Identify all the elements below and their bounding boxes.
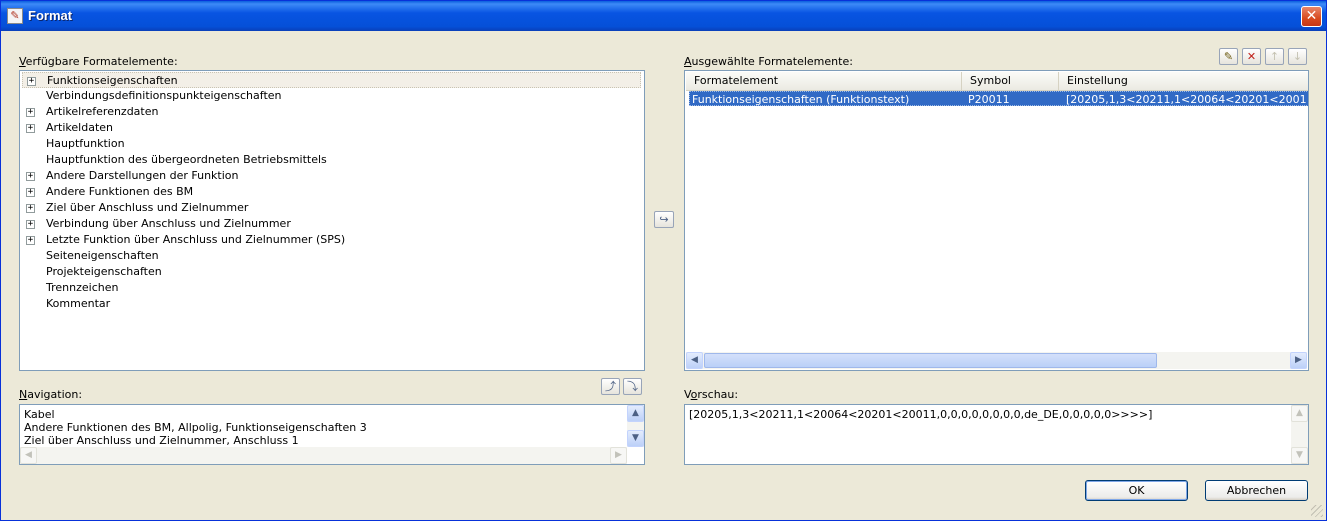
expand-plus-icon[interactable]: + [26, 124, 35, 133]
expand-plus-icon[interactable]: + [26, 220, 35, 229]
expand-plus-icon[interactable]: + [27, 77, 36, 86]
ok-button[interactable]: OK [1085, 480, 1188, 501]
selected-label: Ausgewählte Formatelemente: [684, 55, 853, 68]
delete-button[interactable]: ✕ [1242, 48, 1261, 65]
tree-item-label: Kommentar [46, 297, 111, 310]
selected-elements-listview[interactable]: Formatelement Symbol Einstellung Funktio… [684, 70, 1309, 371]
table-row[interactable]: Funktionseigenschaften (Funktionstext) P… [689, 91, 1308, 106]
edit-button[interactable]: ✎ [1219, 48, 1238, 65]
cell-symbol: P20011 [968, 93, 1010, 106]
tree-item-label: Hauptfunktion des übergeordneten Betrieb… [46, 153, 327, 166]
available-label: Verfügbare Formatelemente: [19, 55, 178, 68]
navigation-textbox[interactable]: Kabel Andere Funktionen des BM, Allpolig,… [19, 404, 645, 465]
transfer-arrow-icon: ↪ [659, 213, 669, 226]
preview-text: [20205,1,3<20211,1<20064<20201<20011,0,0… [689, 408, 1153, 421]
scroll-down-arrow-icon[interactable]: ▼ [1291, 447, 1308, 464]
tree-item-label: Hauptfunktion [46, 137, 125, 150]
scroll-left-arrow-icon[interactable]: ◀ [686, 352, 703, 369]
listview-horizontal-scrollbar[interactable]: ◀ ▶ [686, 352, 1307, 369]
expand-plus-icon[interactable]: + [26, 236, 35, 245]
available-elements-tree[interactable]: + Funktionseigenschaften Verbindungsdefini… [19, 70, 645, 371]
cell-einstellung: [20205,1,3<20211,1<20064<20201<20011,0,0… [1066, 93, 1306, 106]
navigate-up-icon: ⤴ [605, 380, 616, 393]
listview-header: Formatelement Symbol Einstellung [686, 72, 1308, 91]
close-button[interactable]: ✕ [1301, 6, 1322, 27]
navigation-label: Navigation: [19, 388, 83, 401]
window-title: Format [28, 8, 73, 23]
scrollbar-thumb[interactable] [704, 353, 1157, 368]
scroll-down-arrow-icon[interactable]: ▼ [627, 430, 644, 447]
tree-item-label: Trennzeichen [46, 281, 119, 294]
tree-item-label: Ziel über Anschluss und Zielnummer [46, 201, 249, 214]
tree-item-label: Seiteneigenschaften [46, 249, 159, 262]
add-element-button[interactable]: ↪ [654, 211, 674, 228]
expand-plus-icon[interactable]: + [26, 172, 35, 181]
navigation-line: Andere Funktionen des BM, Allpolig, Funk… [24, 421, 367, 434]
preview-textbox[interactable]: [20205,1,3<20211,1<20064<20201<20011,0,0… [684, 404, 1309, 465]
preview-label: Vorschau: [684, 388, 739, 401]
cancel-button[interactable]: Abbrechen [1205, 480, 1308, 501]
tree-item[interactable]: + Funktionseigenschaften [22, 72, 641, 88]
arrow-down-icon: ↓ [1292, 50, 1303, 63]
navigation-line: Ziel über Anschluss und Zielnummer, Ansc… [24, 434, 299, 447]
format-dialog: ✎ Format ✕ Verfügbare Formatelemente: + F… [0, 0, 1327, 521]
expand-plus-icon[interactable]: + [26, 204, 35, 213]
navigation-line: Kabel [24, 408, 55, 421]
resize-grip[interactable] [1311, 505, 1323, 517]
tree-item-label: Funktionseigenschaften [47, 74, 178, 87]
tree-item-label: Andere Darstellungen der Funktion [46, 169, 239, 182]
tree-item-label: Projekteigenschaften [46, 265, 162, 278]
scroll-right-arrow-icon[interactable]: ▶ [610, 447, 627, 464]
tree-item-label: Letzte Funktion über Anschluss und Zieln… [46, 233, 346, 246]
navigation-up-button[interactable]: ⤴ [601, 378, 620, 395]
move-up-button[interactable]: ↑ [1265, 48, 1284, 65]
column-header-symbol[interactable]: Symbol [962, 72, 1059, 90]
move-down-button[interactable]: ↓ [1288, 48, 1307, 65]
column-header-formatelement[interactable]: Formatelement [686, 72, 962, 90]
tree-item-label: Artikelreferenzdaten [46, 105, 159, 118]
scroll-up-arrow-icon[interactable]: ▲ [1291, 405, 1308, 422]
column-header-einstellung[interactable]: Einstellung [1059, 72, 1308, 90]
delete-x-icon: ✕ [1246, 50, 1257, 63]
cell-formatelement: Funktionseigenschaften (Funktionstext) [692, 93, 910, 106]
arrow-up-icon: ↑ [1269, 50, 1280, 63]
scroll-up-arrow-icon[interactable]: ▲ [627, 405, 644, 422]
navigate-down-icon: ⤵ [627, 380, 638, 393]
tree-item-label: Verbindungsdefinitionspunkteigenschaften [46, 89, 282, 102]
expand-plus-icon[interactable]: + [26, 108, 35, 117]
scroll-right-arrow-icon[interactable]: ▶ [1290, 352, 1307, 369]
navigation-vertical-scrollbar[interactable]: ▲ ▼ [627, 405, 644, 447]
title-bar: ✎ Format ✕ [1, 1, 1326, 31]
app-icon: ✎ [7, 8, 23, 24]
pencil-icon: ✎ [1223, 50, 1234, 63]
expand-plus-icon[interactable]: + [26, 188, 35, 197]
tree-item-label: Verbindung über Anschluss und Zielnummer [46, 217, 291, 230]
navigation-horizontal-scrollbar[interactable]: ◀ ▶ [20, 447, 627, 464]
tree-item-label: Andere Funktionen des BM [46, 185, 194, 198]
navigation-down-button[interactable]: ⤵ [623, 378, 642, 395]
preview-vertical-scrollbar[interactable]: ▲ ▼ [1291, 405, 1308, 464]
tree-item-label: Artikeldaten [46, 121, 113, 134]
scroll-left-arrow-icon[interactable]: ◀ [20, 447, 37, 464]
